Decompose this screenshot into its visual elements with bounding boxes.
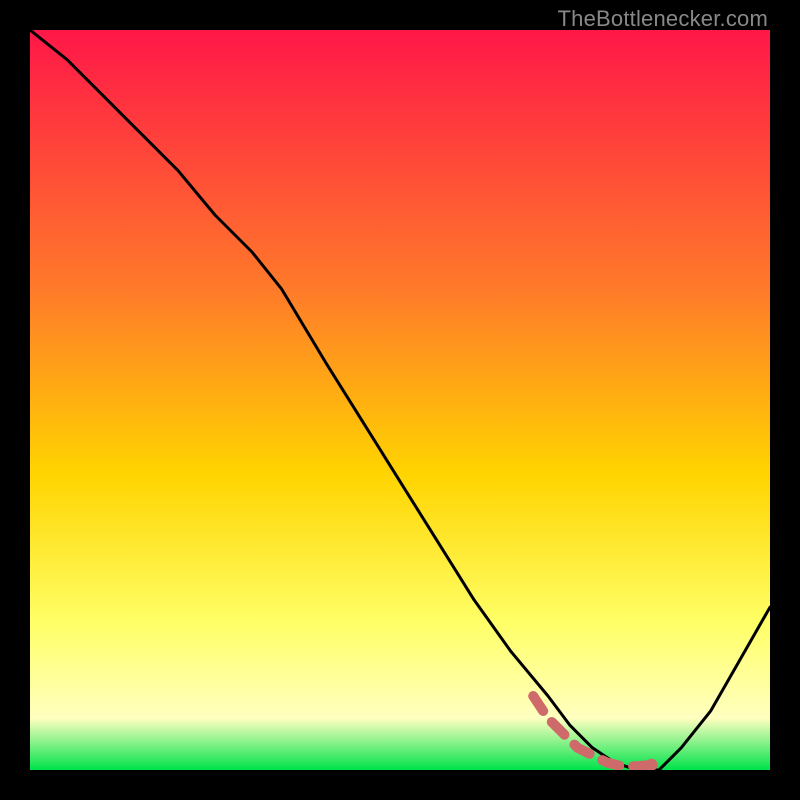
bottleneck-chart — [30, 30, 770, 770]
chart-frame — [30, 30, 770, 770]
watermark-text: TheBottlenecker.com — [558, 6, 768, 32]
gradient-background — [30, 30, 770, 770]
